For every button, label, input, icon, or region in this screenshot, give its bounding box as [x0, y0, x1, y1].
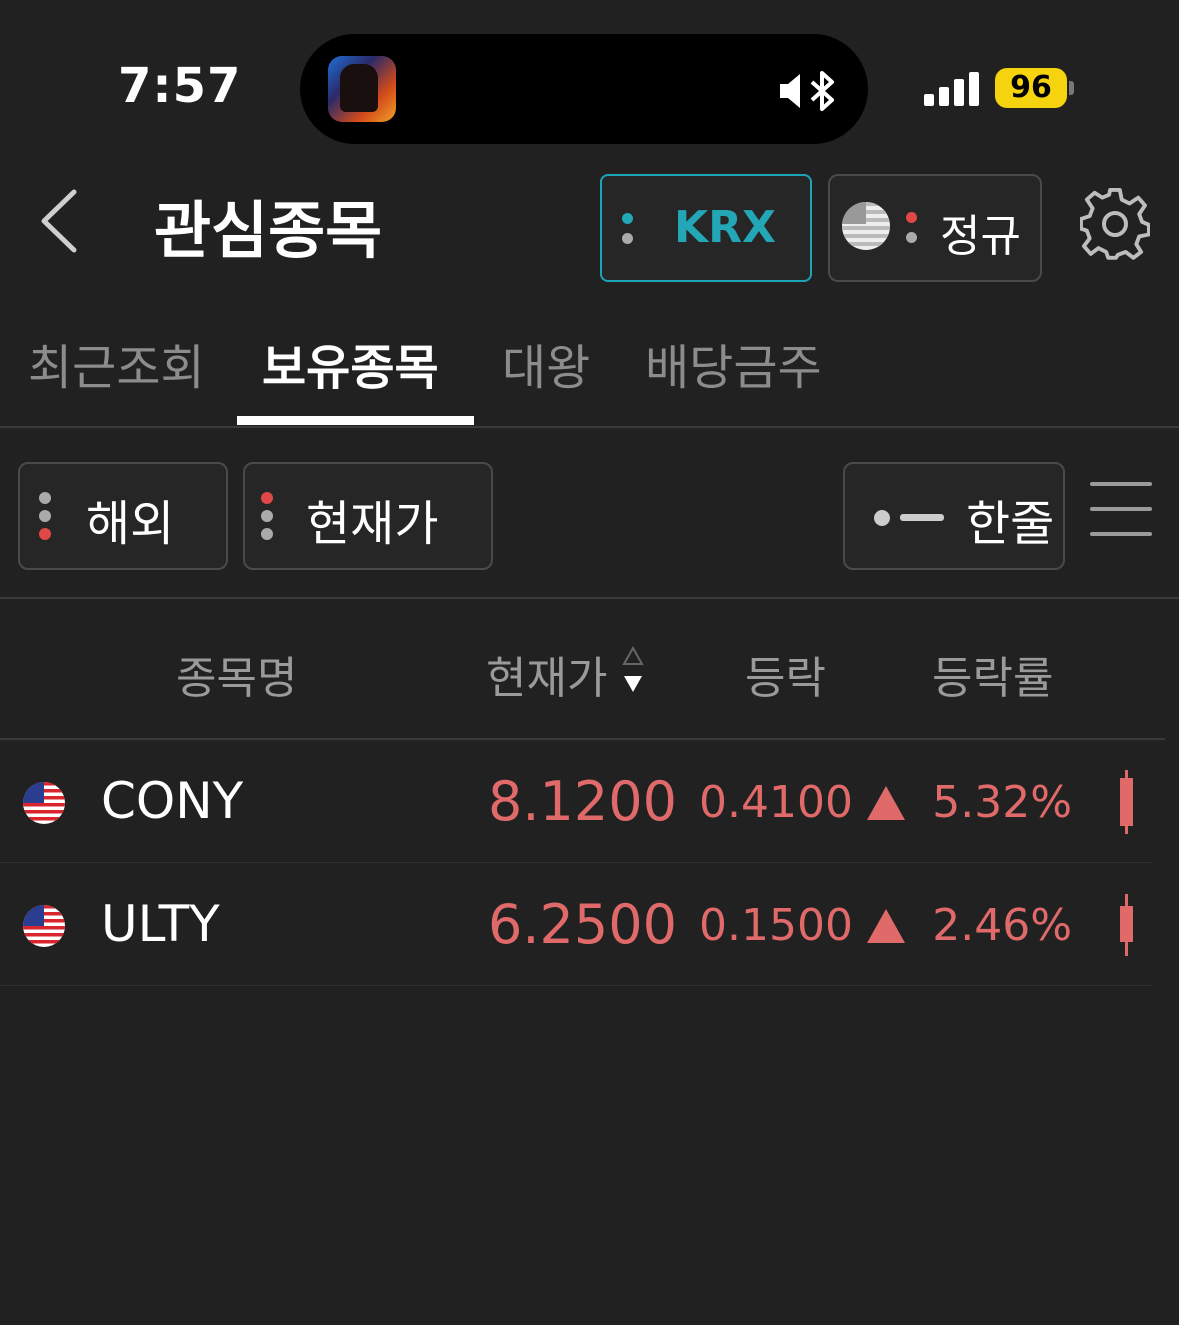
candle-body-icon — [1120, 778, 1133, 826]
stock-symbol: CONY — [101, 772, 244, 830]
view-mode-label: 한줄 — [966, 496, 1055, 552]
region-dot-icon — [39, 510, 51, 522]
page-title: 관심종목 — [154, 194, 383, 267]
divider — [0, 426, 1179, 428]
sort-field-label: 현재가 — [306, 496, 439, 552]
tab-holdings[interactable]: 보유종목 — [262, 328, 439, 398]
active-tab-indicator — [237, 416, 474, 425]
menu-icon[interactable] — [1090, 482, 1152, 538]
sort-arrows-icon[interactable] — [622, 646, 644, 694]
region-dot-icon — [39, 528, 51, 540]
view-mode-dot-icon — [874, 510, 890, 526]
region-dot-icon — [39, 492, 51, 504]
cellular-signal-icon — [924, 72, 979, 106]
us-flag-icon — [842, 202, 890, 250]
stock-symbol: ULTY — [101, 895, 220, 953]
stock-change: 0.1500 — [699, 900, 853, 951]
divider — [0, 985, 1152, 986]
battery-indicator: 96 — [995, 68, 1067, 108]
market-dot-icon — [622, 233, 633, 244]
back-button[interactable] — [34, 186, 84, 256]
column-header-change-rate: 등락률 — [932, 653, 1054, 704]
now-playing-artwork[interactable] — [328, 56, 396, 122]
sort-dot-icon — [261, 492, 273, 504]
sort-dot-icon — [261, 528, 273, 540]
stock-change: 0.4100 — [699, 777, 853, 828]
session-selector-label: 정규 — [940, 211, 1021, 262]
us-flag-icon — [23, 905, 65, 947]
status-time: 7:57 — [118, 58, 242, 114]
stock-change-rate: 5.32% — [932, 777, 1072, 828]
session-dot-icon — [906, 212, 917, 223]
battery-tip — [1069, 81, 1074, 95]
column-header-name: 종목명 — [176, 653, 298, 704]
column-header-price[interactable]: 현재가 — [486, 642, 607, 706]
sort-dot-icon — [261, 510, 273, 522]
up-arrow-icon — [867, 909, 905, 943]
up-arrow-icon — [867, 786, 905, 820]
bluetooth-icon — [810, 71, 834, 111]
market-dot-icon — [622, 213, 633, 224]
tab-dividend[interactable]: 배당금주 — [645, 328, 822, 398]
tab-recent[interactable]: 최근조회 — [28, 328, 205, 398]
divider — [0, 597, 1179, 599]
stock-change-rate: 2.46% — [932, 900, 1072, 951]
column-header-change: 등락 — [745, 653, 826, 704]
market-selector-label: KRX — [674, 202, 776, 253]
stock-price: 8.1200 — [488, 770, 677, 833]
us-flag-icon — [23, 782, 65, 824]
settings-gear-icon[interactable] — [1080, 186, 1150, 260]
candle-body-icon — [1120, 906, 1133, 942]
stock-price: 6.2500 — [488, 893, 677, 956]
view-mode-line-icon — [900, 514, 944, 521]
session-dot-icon — [906, 232, 917, 243]
tab-daewang[interactable]: 대왕 — [502, 328, 590, 398]
region-filter-label: 해외 — [86, 496, 175, 552]
